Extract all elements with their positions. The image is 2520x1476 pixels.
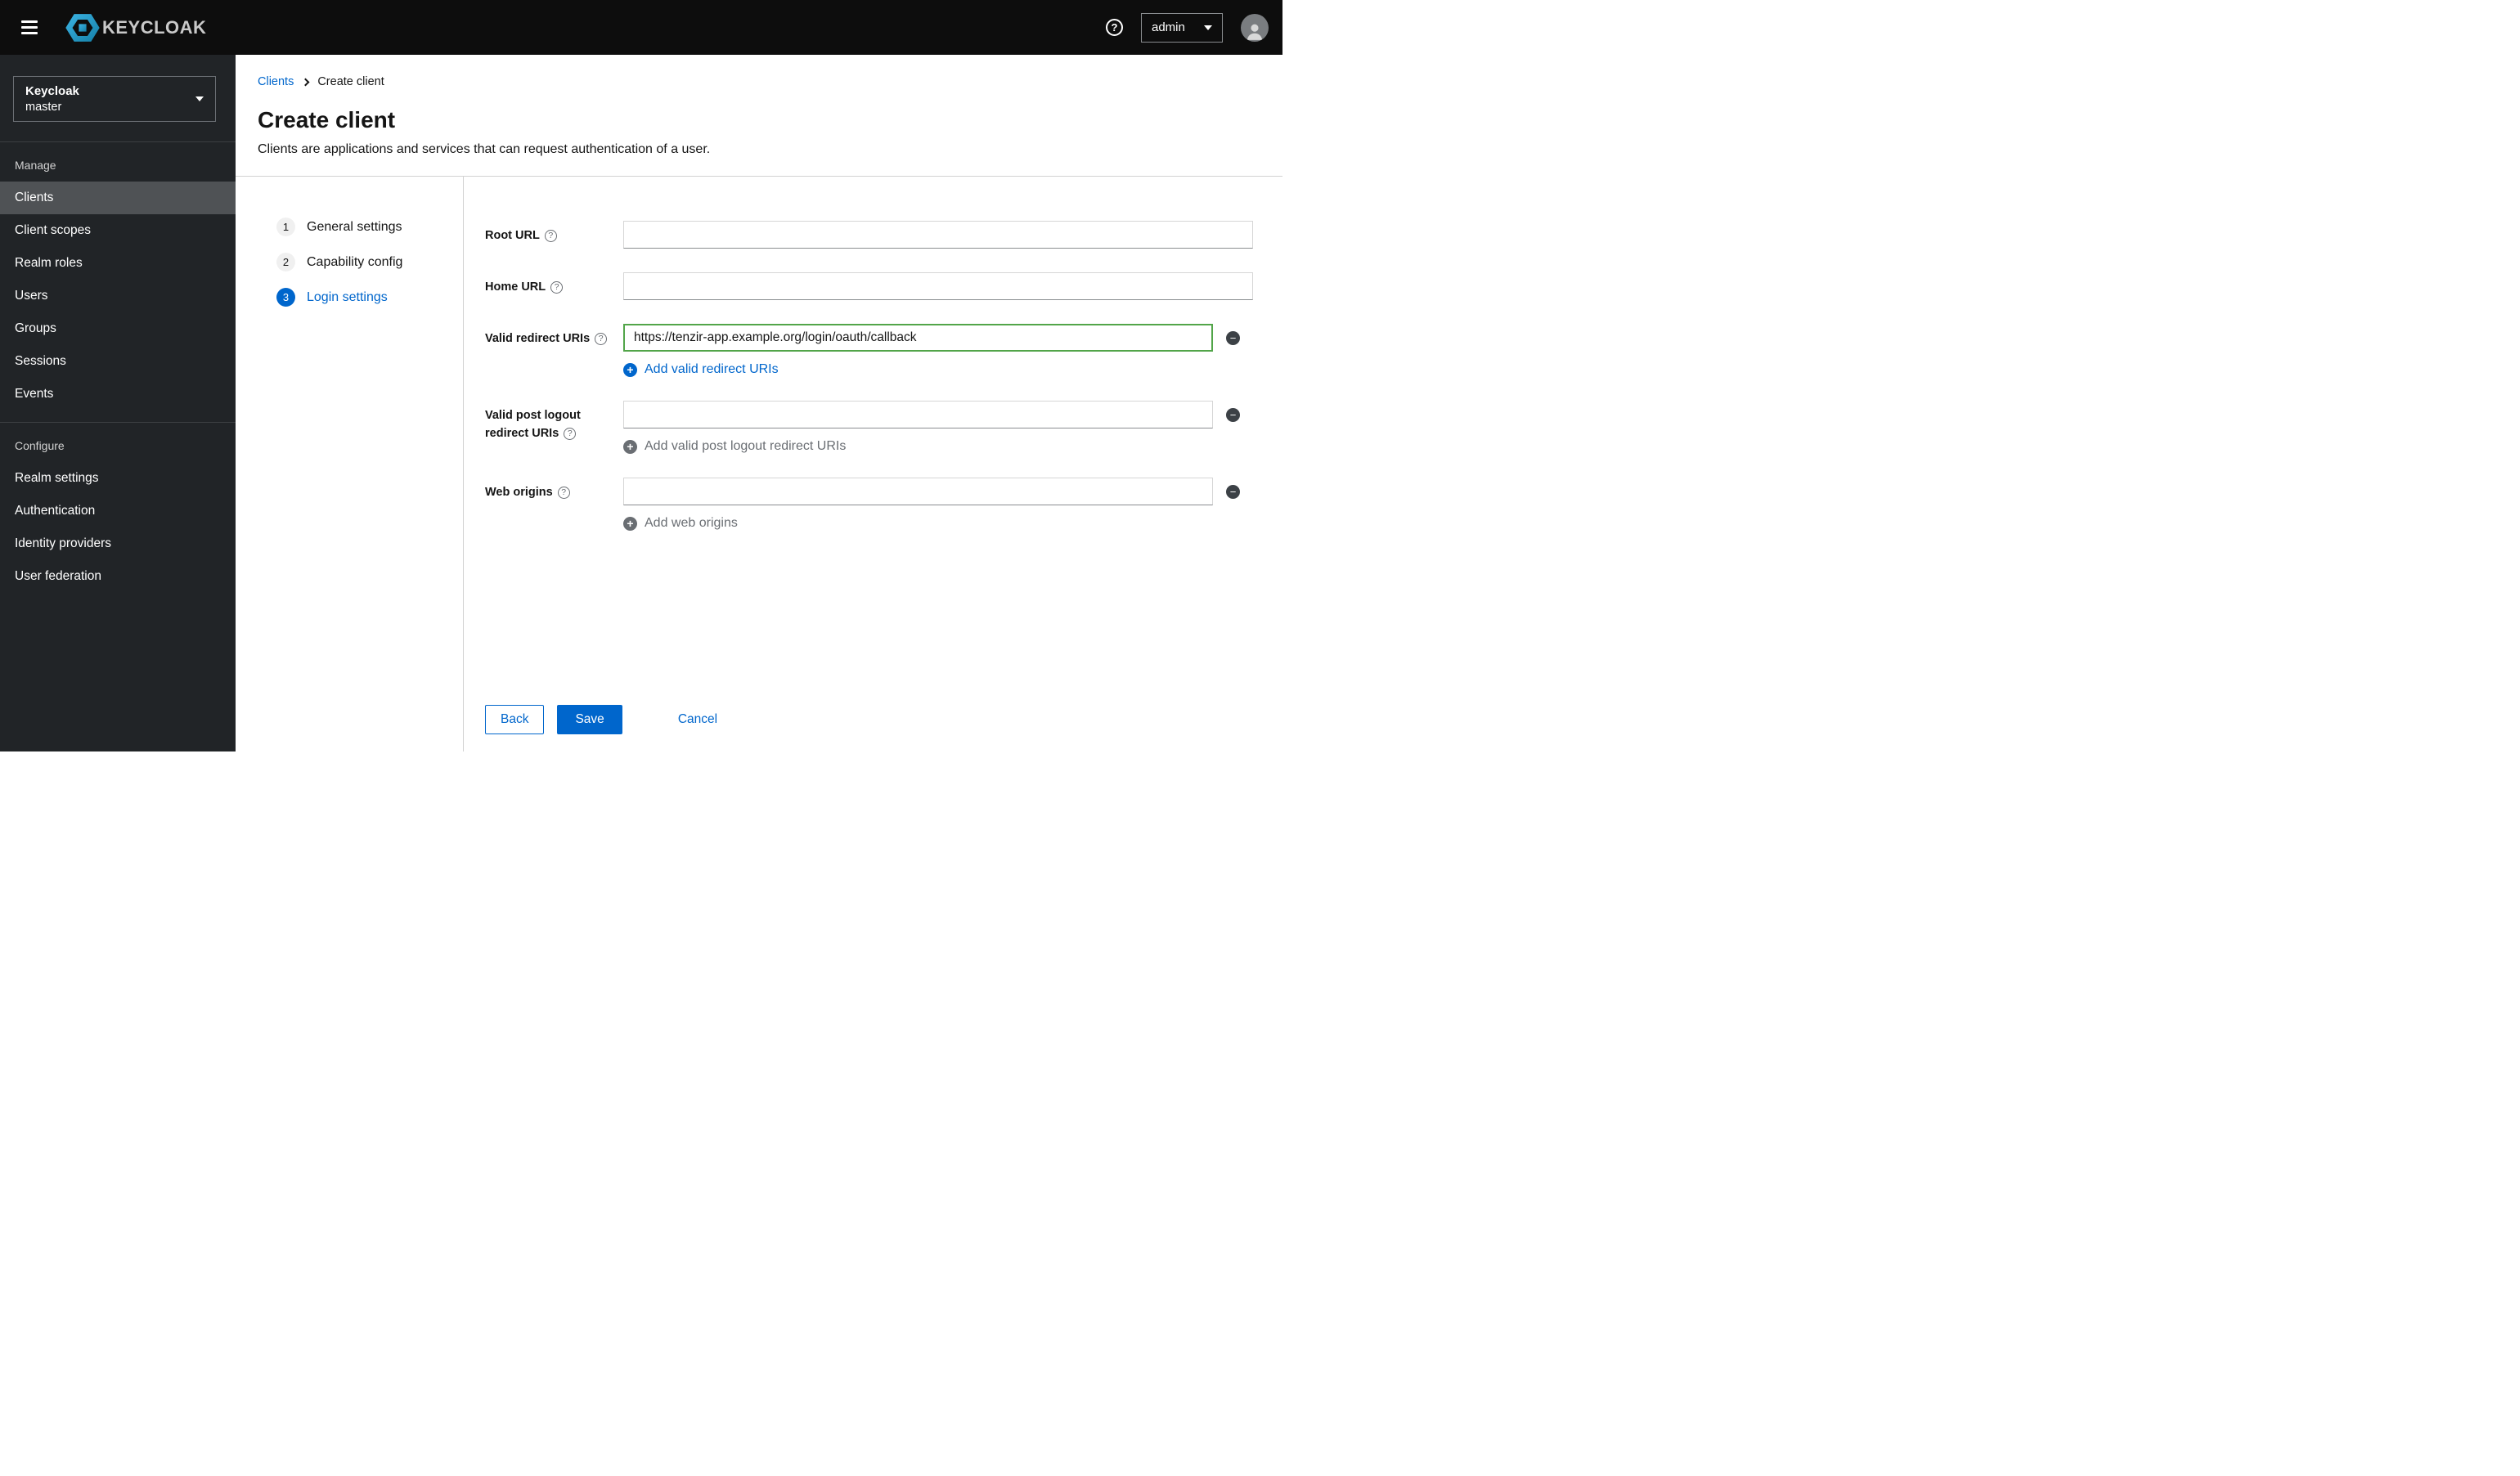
web-origins-label: Web origins: [485, 478, 623, 531]
nav-section-title: Configure: [15, 439, 65, 452]
plus-circle-icon: [623, 516, 637, 531]
web-origin-input[interactable]: [623, 478, 1213, 505]
sidebar-item-user-federation[interactable]: User federation: [0, 560, 236, 593]
sidebar-item-realm-settings[interactable]: Realm settings: [0, 462, 236, 495]
breadcrumb-current: Create client: [317, 75, 384, 88]
realm-name: Keycloak: [25, 84, 79, 98]
person-icon: [1247, 24, 1263, 40]
post-logout-uris-label: Valid post logout redirect URIs: [485, 401, 623, 454]
step-number: 1: [276, 218, 295, 236]
label-text: Valid redirect URIs: [485, 332, 591, 345]
post-logout-uri-input[interactable]: [623, 401, 1213, 428]
wizard-step-login-settings[interactable]: 3 Login settings: [276, 288, 463, 307]
breadcrumb: Clients Create client: [258, 75, 1253, 88]
add-link-label: Add web origins: [645, 516, 738, 530]
chevron-right-icon: [301, 78, 310, 87]
step-label: Login settings: [307, 289, 388, 304]
user-menu-dropdown[interactable]: admin: [1141, 12, 1223, 43]
hamburger-menu-button[interactable]: [15, 14, 44, 41]
remove-post-logout-uri-button[interactable]: [1226, 408, 1240, 422]
valid-redirect-uri-input[interactable]: [623, 324, 1213, 352]
sidebar-item-users[interactable]: Users: [0, 280, 236, 312]
valid-redirect-uris-row: Valid redirect URIs Add valid redirect U…: [485, 324, 1253, 377]
header-actions: admin: [1106, 12, 1269, 43]
help-icon[interactable]: [550, 281, 564, 294]
nav-section-configure: Configure Realm settings Authentication …: [0, 422, 236, 593]
post-logout-uris-row: Valid post logout redirect URIs Add vali…: [485, 401, 1253, 454]
home-url-label: Home URL: [485, 272, 623, 300]
realm-selector[interactable]: Keycloak master: [13, 76, 216, 122]
remove-redirect-uri-button[interactable]: [1226, 331, 1240, 345]
form-actions: Back Save Cancel: [485, 705, 1253, 734]
cancel-button[interactable]: Cancel: [675, 706, 721, 734]
sidebar-item-clients[interactable]: Clients: [0, 182, 236, 214]
breadcrumb-clients-link[interactable]: Clients: [258, 75, 294, 88]
help-icon[interactable]: [1106, 19, 1123, 36]
sidebar-item-authentication[interactable]: Authentication: [0, 495, 236, 527]
keycloak-hexagon-icon: [65, 13, 100, 42]
wizard-nav: 1 General settings 2 Capability config 3…: [236, 177, 464, 751]
plus-circle-icon: [623, 362, 637, 377]
realm-current: master: [25, 101, 62, 114]
label-text: Root URL: [485, 229, 540, 242]
add-link-label: Add valid post logout redirect URIs: [645, 439, 847, 453]
step-number: 2: [276, 253, 295, 271]
home-url-row: Home URL: [485, 272, 1253, 300]
web-origins-row: Web origins Add web origins: [485, 478, 1253, 531]
sidebar-item-identity-providers[interactable]: Identity providers: [0, 527, 236, 560]
remove-web-origin-button[interactable]: [1226, 485, 1240, 499]
add-web-origin-button[interactable]: Add web origins: [623, 516, 738, 531]
help-icon[interactable]: [557, 487, 570, 499]
brand-name: KEYCLOAK: [102, 16, 207, 38]
step-label: General settings: [307, 219, 402, 234]
page-header: Clients Create client Create client Clie…: [236, 55, 1282, 176]
login-settings-form: Root URL Home URL Valid redirect URIs: [464, 177, 1282, 751]
root-url-row: Root URL: [485, 221, 1253, 249]
step-label: Capability config: [307, 254, 403, 269]
sidebar: Keycloak master Manage Clients Client sc…: [0, 55, 236, 751]
sidebar-item-sessions[interactable]: Sessions: [0, 345, 236, 378]
wizard-step-capability-config[interactable]: 2 Capability config: [276, 253, 463, 271]
save-button[interactable]: Save: [557, 705, 622, 734]
page-title: Create client: [258, 107, 396, 132]
root-url-label: Root URL: [485, 221, 623, 249]
back-button[interactable]: Back: [485, 705, 545, 734]
valid-redirect-uris-label: Valid redirect URIs: [485, 324, 623, 377]
sidebar-item-groups[interactable]: Groups: [0, 312, 236, 345]
add-valid-redirect-uri-button[interactable]: Add valid redirect URIs: [623, 362, 779, 377]
caret-down-icon: [1204, 25, 1212, 30]
keycloak-logo: KEYCLOAK: [64, 9, 206, 47]
label-text: Home URL: [485, 280, 546, 294]
step-number: 3: [276, 288, 295, 307]
caret-down-icon: [195, 96, 204, 101]
main-content: Clients Create client Create client Clie…: [236, 55, 1282, 751]
sidebar-item-realm-roles[interactable]: Realm roles: [0, 247, 236, 280]
add-link-label: Add valid redirect URIs: [645, 362, 779, 376]
plus-circle-icon: [623, 439, 637, 454]
page-subtitle: Clients are applications and services th…: [258, 142, 711, 156]
help-icon[interactable]: [544, 230, 557, 242]
user-name: admin: [1152, 20, 1185, 34]
wizard-step-general-settings[interactable]: 1 General settings: [276, 218, 463, 236]
help-icon[interactable]: [564, 427, 577, 440]
nav-section-manage: Manage Clients Client scopes Realm roles…: [0, 141, 236, 410]
root-url-input[interactable]: [623, 221, 1253, 249]
nav-section-title: Manage: [15, 159, 56, 172]
sidebar-item-events[interactable]: Events: [0, 378, 236, 410]
home-url-input[interactable]: [623, 272, 1253, 300]
sidebar-item-client-scopes[interactable]: Client scopes: [0, 214, 236, 247]
avatar[interactable]: [1241, 13, 1269, 42]
add-post-logout-uri-button[interactable]: Add valid post logout redirect URIs: [623, 439, 846, 454]
label-text: Web origins: [485, 486, 553, 499]
help-icon[interactable]: [595, 333, 608, 345]
top-header: KEYCLOAK admin: [0, 0, 1282, 55]
